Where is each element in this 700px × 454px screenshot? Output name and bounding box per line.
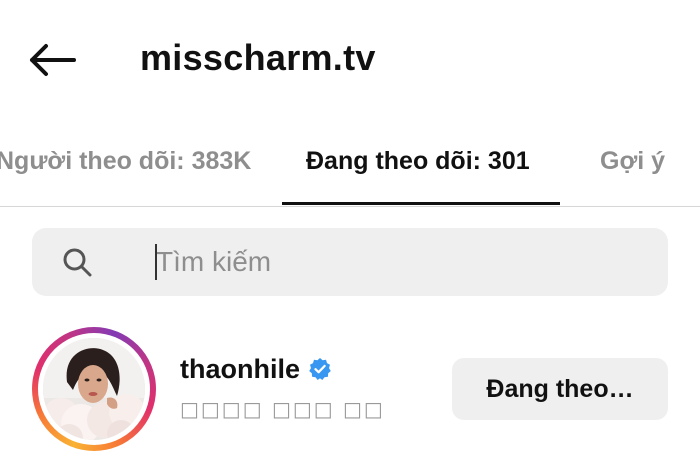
tab-following[interactable]: Đang theo dõi: 301: [306, 144, 530, 178]
story-ring[interactable]: [32, 327, 156, 451]
username[interactable]: thaonhile: [180, 352, 300, 386]
avatar-border: [38, 333, 150, 445]
following-button[interactable]: Đang theo…: [452, 358, 668, 420]
full-name: □□□□ □□□ □□: [180, 397, 385, 421]
search-bar[interactable]: [32, 228, 668, 296]
tab-suggested[interactable]: Gợi ý: [600, 144, 665, 178]
avatar[interactable]: [43, 338, 145, 440]
text-caret: [155, 244, 157, 280]
tab-followers[interactable]: Người theo dõi: 383K: [0, 144, 251, 178]
search-input[interactable]: [156, 242, 636, 282]
search-icon: [63, 248, 92, 277]
avatar-image: [43, 338, 145, 440]
following-page: misscharm.tv Người theo dõi: 383K Đang t…: [0, 0, 700, 454]
page-title: misscharm.tv: [140, 37, 376, 78]
active-tab-indicator: [282, 202, 560, 205]
arrow-left-icon: [30, 44, 76, 76]
back-button[interactable]: [28, 38, 80, 82]
tab-bar: Người theo dõi: 383K Đang theo dõi: 301 …: [0, 128, 700, 207]
list-item[interactable]: thaonhile □□□□ □□□ □□ Đang theo…: [0, 320, 700, 454]
verified-badge-icon: [309, 358, 331, 380]
username-row[interactable]: thaonhile: [180, 352, 332, 386]
